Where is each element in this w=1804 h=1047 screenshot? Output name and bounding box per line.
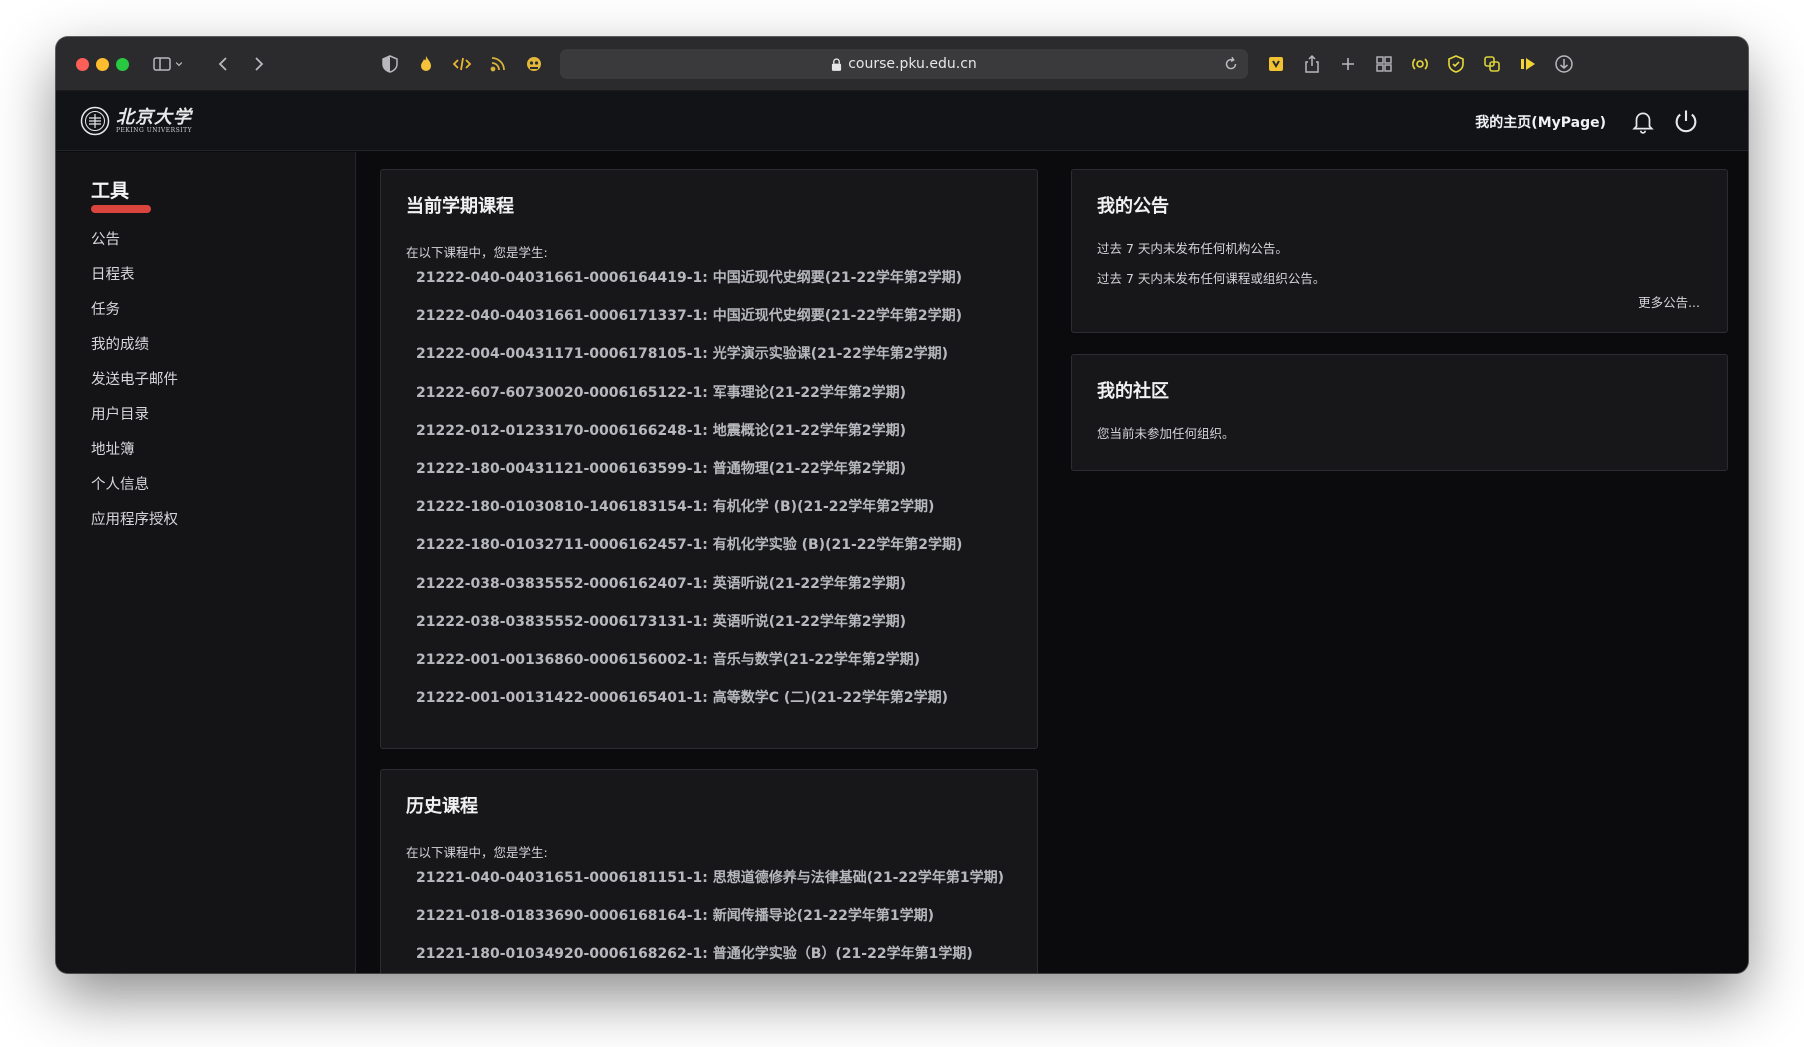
play-icon[interactable] <box>1516 52 1540 76</box>
course-link[interactable]: 21222-180-01030810-1406183154-1: 有机化学 (B… <box>416 497 962 535</box>
code-icon[interactable] <box>450 52 474 76</box>
course-link[interactable]: 21222-180-01032711-0006162457-1: 有机化学实验 … <box>416 535 962 573</box>
community-status-text: 您当前未参加任何组织。 <box>1097 426 1235 441</box>
main-content: 当前学期课程 在以下课程中，您是学生: 21222-040-04031661-0… <box>357 152 1748 973</box>
radio-icon[interactable] <box>1408 52 1432 76</box>
back-icon[interactable] <box>212 52 236 76</box>
shield-half-icon[interactable] <box>378 52 402 76</box>
sidebar-item-user-directory[interactable]: 用户目录 <box>91 405 178 440</box>
browser-toolbar: course.pku.edu.cn <box>56 37 1748 91</box>
history-courses-title: 历史课程 <box>406 796 478 817</box>
lock-icon <box>832 57 842 71</box>
close-window-button[interactable] <box>76 58 89 71</box>
sidebar-item-app-authorization[interactable]: 应用程序授权 <box>91 510 178 545</box>
current-courses-card: 当前学期课程 在以下课程中，您是学生: 21222-040-04031661-0… <box>380 169 1038 749</box>
history-courses-intro: 在以下课程中，您是学生: <box>406 845 548 860</box>
university-logo[interactable]: 北京大学 PEKING UNIVERSITY <box>80 105 192 137</box>
seal-icon <box>80 106 110 136</box>
power-icon[interactable] <box>1672 107 1700 135</box>
download-icon[interactable] <box>1552 52 1576 76</box>
sidebar-title: 工具 <box>91 180 130 202</box>
sidebar-menu: 公告 日程表 任务 我的成绩 发送电子邮件 用户目录 地址簿 个人信息 应用程序… <box>91 230 178 545</box>
new-tab-icon[interactable] <box>1336 52 1360 76</box>
current-courses-intro: 在以下课程中，您是学生: <box>406 245 548 260</box>
more-announcements-link[interactable]: 更多公告... <box>1638 292 1700 311</box>
sidebar-item-address-book[interactable]: 地址簿 <box>91 440 178 475</box>
tools-sidebar: 工具 公告 日程表 任务 我的成绩 发送电子邮件 用户目录 地址簿 个人信息 应… <box>56 152 356 973</box>
course-link[interactable]: 21222-180-00431121-0006163599-1: 普通物理(21… <box>416 459 962 497</box>
course-link[interactable]: 21221-040-04031651-0006181151-1: 思想道德修养与… <box>416 868 1004 906</box>
sidebar-item-announcements[interactable]: 公告 <box>91 230 178 265</box>
translate-icon[interactable] <box>1480 52 1504 76</box>
course-link[interactable]: 21221-180-01034920-0006168262-1: 普通化学实验（… <box>416 944 1004 973</box>
chevron-down-icon[interactable] <box>172 52 186 76</box>
course-link[interactable]: 21222-038-03835552-0006173131-1: 英语听说(21… <box>416 612 962 650</box>
current-course-list: 21222-040-04031661-0006164419-1: 中国近现代史纲… <box>416 268 962 726</box>
course-link[interactable]: 21222-040-04031661-0006164419-1: 中国近现代史纲… <box>416 268 962 306</box>
extension-puzzle-icon[interactable] <box>1264 52 1288 76</box>
mypage-link[interactable]: 我的主页(MyPage) <box>1475 112 1606 132</box>
share-icon[interactable] <box>1300 52 1324 76</box>
sidebar-title-underline <box>91 205 151 213</box>
maximize-window-button[interactable] <box>116 58 129 71</box>
sidebar-item-grades[interactable]: 我的成绩 <box>91 335 178 370</box>
community-card: 我的社区 您当前未参加任何组织。 <box>1071 354 1728 471</box>
history-course-list: 21221-040-04031651-0006181151-1: 思想道德修养与… <box>416 868 1004 973</box>
logo-en: PEKING UNIVERSITY <box>116 126 193 134</box>
sidebar-item-personal-info[interactable]: 个人信息 <box>91 475 178 510</box>
forward-icon[interactable] <box>246 52 270 76</box>
history-courses-card: 历史课程 在以下课程中，您是学生: 21221-040-04031651-000… <box>380 769 1038 973</box>
sidebar-item-send-email[interactable]: 发送电子邮件 <box>91 370 178 405</box>
course-link[interactable]: 21222-607-60730020-0006165122-1: 军事理论(21… <box>416 383 962 421</box>
sidebar-item-calendar[interactable]: 日程表 <box>91 265 178 300</box>
bell-icon[interactable] <box>1630 108 1656 134</box>
flame-icon[interactable] <box>414 52 438 76</box>
tab-overview-icon[interactable] <box>1372 52 1396 76</box>
url-text: course.pku.edu.cn <box>848 56 977 72</box>
rss-icon[interactable] <box>486 52 510 76</box>
shield-check-icon[interactable] <box>1444 52 1468 76</box>
sidebar-toggle-icon[interactable] <box>150 52 174 76</box>
current-courses-title: 当前学期课程 <box>406 196 514 217</box>
app-header: 北京大学 PEKING UNIVERSITY 我的主页(MyPage) <box>56 91 1748 151</box>
ghost-icon[interactable] <box>522 52 546 76</box>
sidebar-item-tasks[interactable]: 任务 <box>91 300 178 335</box>
reload-icon[interactable] <box>1222 55 1240 73</box>
course-link[interactable]: 21222-040-04031661-0006171337-1: 中国近现代史纲… <box>416 306 962 344</box>
course-link[interactable]: 21222-012-01233170-0006166248-1: 地震概论(21… <box>416 421 962 459</box>
course-link[interactable]: 21222-004-00431171-0006178105-1: 光学演示实验课… <box>416 344 962 382</box>
address-bar[interactable]: course.pku.edu.cn <box>560 49 1248 79</box>
minimize-window-button[interactable] <box>96 58 109 71</box>
course-link[interactable]: 21222-001-00131422-0006165401-1: 高等数学C (… <box>416 688 962 726</box>
announcements-title: 我的公告 <box>1097 196 1169 217</box>
course-link[interactable]: 21222-001-00136860-0006156002-1: 音乐与数学(2… <box>416 650 962 688</box>
announcement-line-institution: 过去 7 天内未发布任何机构公告。 <box>1097 241 1288 256</box>
course-link[interactable]: 21221-018-01833690-0006168164-1: 新闻传播导论(… <box>416 906 1004 944</box>
course-link[interactable]: 21222-038-03835552-0006162407-1: 英语听说(21… <box>416 574 962 612</box>
announcement-line-course: 过去 7 天内未发布任何课程或组织公告。 <box>1097 271 1326 286</box>
browser-window: course.pku.edu.cn 北京大学 PEKING UNIVERSITY… <box>56 37 1748 973</box>
announcements-card: 我的公告 过去 7 天内未发布任何机构公告。 过去 7 天内未发布任何课程或组织… <box>1071 169 1728 333</box>
logo-cn: 北京大学 <box>116 106 192 128</box>
community-title: 我的社区 <box>1097 381 1169 402</box>
